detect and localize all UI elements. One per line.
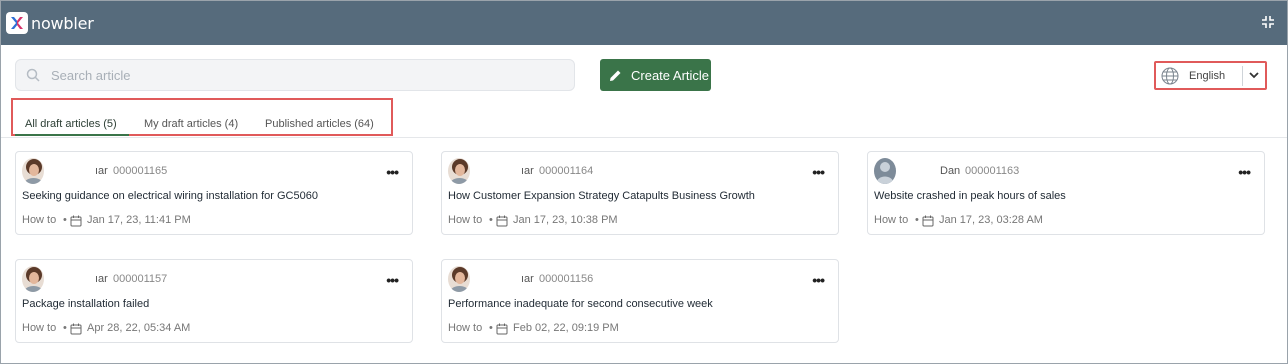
article-date: Apr 28, 22, 05:34 AM xyxy=(87,322,191,334)
article-type: How to xyxy=(22,214,57,226)
author-name: ıar xyxy=(521,165,534,177)
article-card[interactable]: ıar 000001156 ••• Performance inadequate… xyxy=(441,259,839,343)
author-name: ıar xyxy=(95,165,108,177)
article-type: How to xyxy=(448,322,483,334)
more-options-icon[interactable]: ••• xyxy=(812,272,825,288)
article-type: How to xyxy=(874,214,909,226)
article-number: 000001156 xyxy=(539,273,594,285)
article-title[interactable]: Website crashed in peak hours of sales xyxy=(874,190,1066,202)
more-options-icon[interactable]: ••• xyxy=(386,272,399,288)
article-title[interactable]: Performance inadequate for second consec… xyxy=(448,298,713,310)
article-card[interactable]: Dan 000001163 ••• Website crashed in pea… xyxy=(867,151,1265,235)
collapse-arrows-icon[interactable] xyxy=(1261,15,1275,29)
tabs-divider xyxy=(1,137,1287,138)
article-number: 000001165 xyxy=(113,165,168,177)
language-label: English xyxy=(1189,70,1226,82)
language-divider xyxy=(1242,66,1243,86)
search-icon xyxy=(26,68,40,82)
app-window: nowbler Create Article English All draft… xyxy=(0,0,1288,364)
pencil-icon xyxy=(610,70,621,81)
author-avatar xyxy=(448,266,470,292)
chevron-down-icon[interactable] xyxy=(1249,71,1259,79)
separator-dot: • xyxy=(63,214,67,226)
more-options-icon[interactable]: ••• xyxy=(812,164,825,180)
author-avatar xyxy=(22,158,44,184)
article-date: Jan 17, 23, 10:38 PM xyxy=(513,214,618,226)
create-article-button[interactable]: Create Article xyxy=(600,59,711,91)
article-card[interactable]: ıar 000001165 ••• Seeking guidance on el… xyxy=(15,151,413,235)
more-options-icon[interactable]: ••• xyxy=(1238,164,1251,180)
calendar-icon xyxy=(496,322,508,340)
article-title[interactable]: Seeking guidance on electrical wiring in… xyxy=(22,190,318,202)
logo-text: nowbler xyxy=(31,13,94,33)
tabs-highlight xyxy=(11,98,393,136)
more-options-icon[interactable]: ••• xyxy=(386,164,399,180)
language-selector[interactable]: English xyxy=(1154,61,1267,90)
globe-icon xyxy=(1161,67,1179,85)
article-number: 000001163 xyxy=(965,165,1020,177)
article-type: How to xyxy=(448,214,483,226)
author-name: ıar xyxy=(521,273,534,285)
article-card[interactable]: ıar 000001164 ••• How Customer Expansion… xyxy=(441,151,839,235)
author-avatar xyxy=(448,158,470,184)
article-number: 000001157 xyxy=(113,273,168,285)
search-input[interactable] xyxy=(51,60,561,90)
article-title[interactable]: Package installation failed xyxy=(22,298,149,310)
logo-mark-icon xyxy=(6,12,28,34)
calendar-icon xyxy=(70,322,82,340)
author-avatar xyxy=(22,266,44,292)
app-logo[interactable]: nowbler xyxy=(6,12,94,34)
create-article-label: Create Article xyxy=(631,67,710,83)
calendar-icon xyxy=(496,214,508,232)
article-title[interactable]: How Customer Expansion Strategy Catapult… xyxy=(448,190,755,202)
separator-dot: • xyxy=(489,322,493,334)
separator-dot: • xyxy=(63,322,67,334)
article-date: Jan 17, 23, 11:41 PM xyxy=(87,214,191,226)
calendar-icon xyxy=(70,214,82,232)
search-box[interactable] xyxy=(15,59,575,91)
active-tab-indicator xyxy=(15,134,129,136)
tab-published-articles[interactable]: Published articles (64) xyxy=(265,118,374,130)
article-date: Jan 17, 23, 03:28 AM xyxy=(939,214,1043,226)
author-avatar xyxy=(874,158,896,184)
tab-all-draft-articles[interactable]: All draft articles (5) xyxy=(25,118,117,130)
calendar-icon xyxy=(922,214,934,232)
article-type: How to xyxy=(22,322,57,334)
tab-my-draft-articles[interactable]: My draft articles (4) xyxy=(144,118,238,130)
article-number: 000001164 xyxy=(539,165,594,177)
top-bar: nowbler xyxy=(1,1,1287,45)
article-card[interactable]: ıar 000001157 ••• Package installation f… xyxy=(15,259,413,343)
separator-dot: • xyxy=(489,214,493,226)
article-date: Feb 02, 22, 09:19 PM xyxy=(513,322,619,334)
separator-dot: • xyxy=(915,214,919,226)
author-name: ıar xyxy=(95,273,108,285)
author-name: Dan xyxy=(940,165,961,177)
